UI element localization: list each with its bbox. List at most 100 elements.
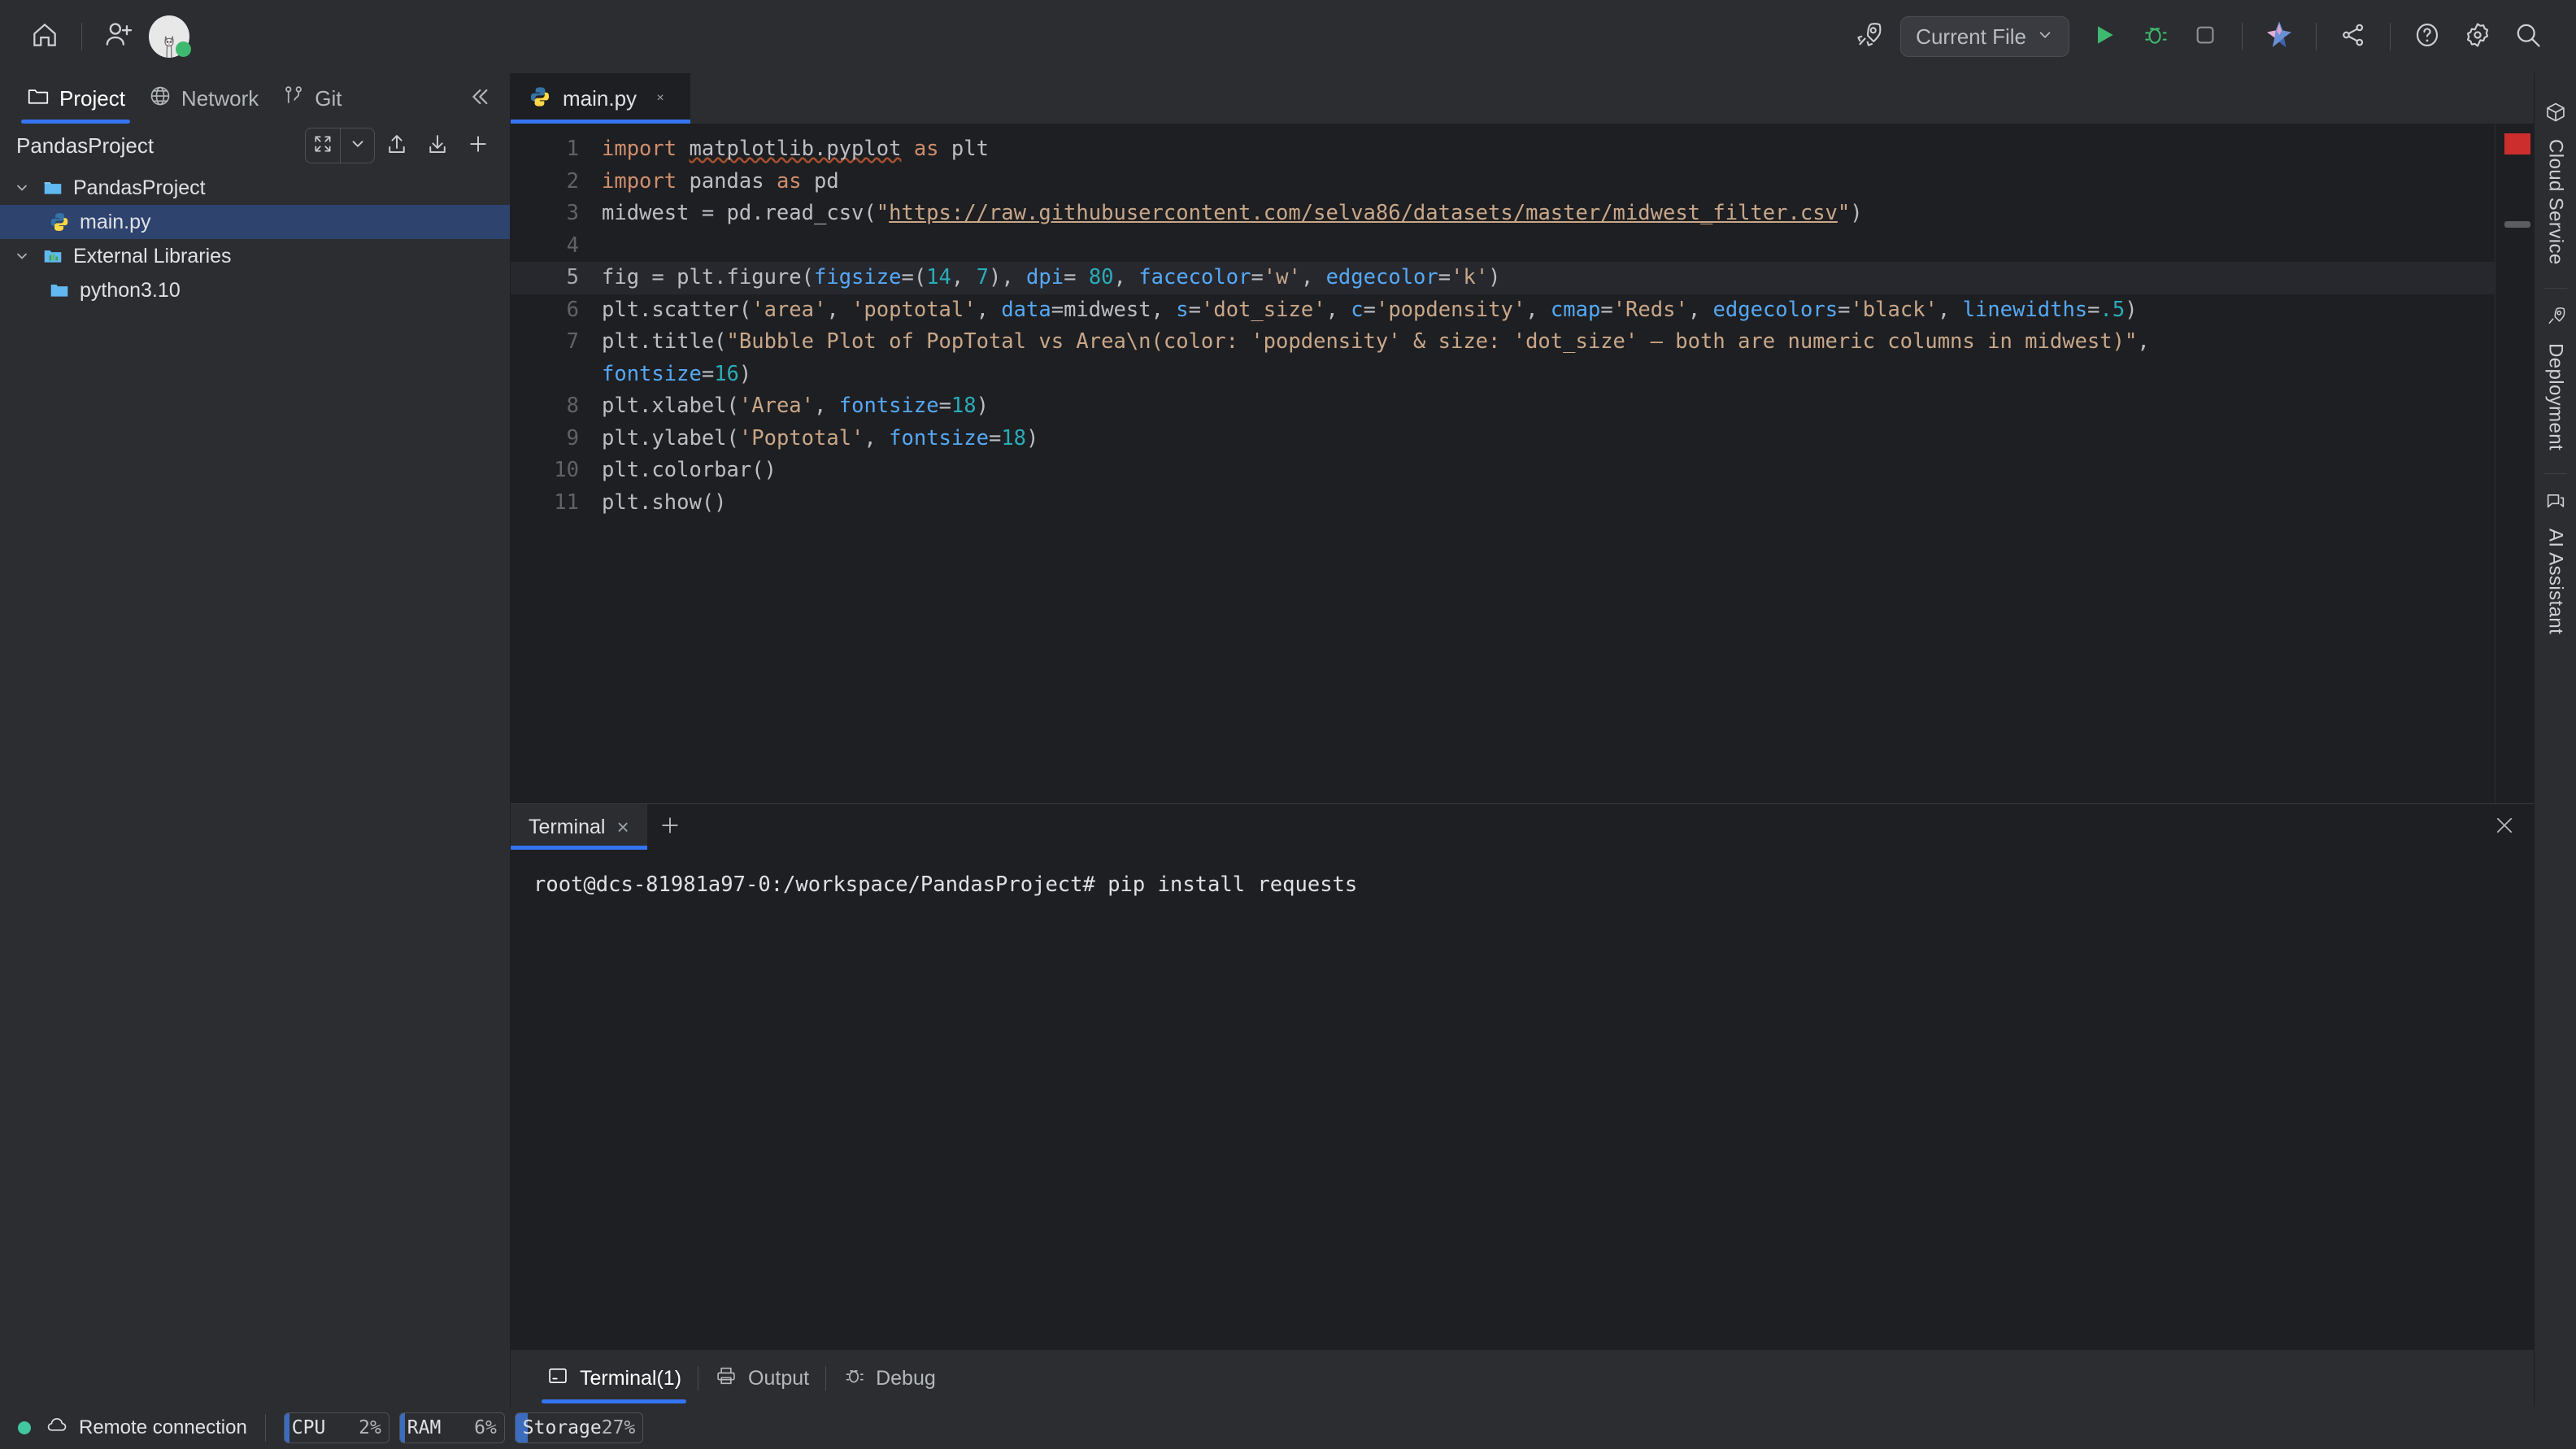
status-bar: Remote connection CPU 2% RAM 6% Storage 27% bbox=[0, 1407, 2576, 1449]
sidebar-tab-project[interactable]: Project bbox=[15, 73, 137, 124]
toolwindow-output[interactable]: Output bbox=[698, 1350, 825, 1407]
code-text[interactable]: plt.xlabel('Area', fontsize=18) bbox=[602, 390, 2495, 423]
user-avatar-button[interactable] bbox=[144, 11, 194, 62]
code-line[interactable]: 5 fig = plt.figure(figsize=(14, 7), dpi= … bbox=[511, 262, 2495, 294]
rightbar-deployment[interactable]: Deployment bbox=[2543, 287, 2567, 473]
stop-button[interactable] bbox=[2180, 11, 2230, 62]
rightbar-cloud-service[interactable]: Cloud Service bbox=[2544, 85, 2567, 288]
help-button[interactable] bbox=[2402, 11, 2452, 62]
code-text[interactable]: plt.title("Bubble Plot of PopTotal vs Ar… bbox=[602, 326, 2495, 390]
plus-icon bbox=[658, 813, 682, 842]
download-button[interactable] bbox=[419, 127, 456, 164]
rightbar-ai-assistant[interactable]: AI Assistant bbox=[2543, 472, 2567, 657]
run-configuration-selector[interactable]: Current File bbox=[1900, 16, 2069, 57]
gauge-ram[interactable]: RAM 6% bbox=[398, 1412, 505, 1443]
code-line[interactable]: 6 plt.scatter('area', 'poptotal', data=mi… bbox=[511, 294, 2495, 327]
code-text[interactable]: plt.show() bbox=[602, 487, 2495, 520]
remote-connection-button[interactable]: Remote connection bbox=[46, 1414, 247, 1442]
close-icon[interactable]: × bbox=[616, 815, 629, 840]
toolwindow-terminal[interactable]: Terminal(1) bbox=[530, 1350, 698, 1407]
chevron-down-icon[interactable] bbox=[11, 248, 33, 264]
right-tool-window-bar: Cloud Service Deployment AI Assistant bbox=[2534, 73, 2576, 1407]
code-line[interactable]: 3 midwest = pd.read_csv("https://raw.gith… bbox=[511, 198, 2495, 230]
terminal-line: root@dcs-81981a97-0:/workspace/PandasPro… bbox=[533, 872, 1358, 897]
code-editor[interactable]: 1 import matplotlib.pyplot as plt 2 import … bbox=[511, 124, 2534, 803]
add-file-button[interactable] bbox=[459, 127, 497, 164]
toolbar-divider-2 bbox=[2242, 23, 2243, 50]
code-line[interactable]: 10 plt.colorbar() bbox=[511, 455, 2495, 487]
settings-button[interactable] bbox=[2452, 11, 2503, 62]
code-line[interactable]: 2 import pandas as pd bbox=[511, 166, 2495, 198]
gauge-value: 2% bbox=[359, 1417, 381, 1438]
sidebar-tab-network[interactable]: Network bbox=[137, 73, 270, 124]
chevron-down-icon[interactable] bbox=[11, 180, 33, 196]
gauge-value: 6% bbox=[474, 1417, 497, 1438]
project-options-button[interactable] bbox=[340, 128, 374, 163]
code-line[interactable]: 9 plt.ylabel('Poptotal', fontsize=18) bbox=[511, 423, 2495, 455]
toolwindow-debug[interactable]: Debug bbox=[826, 1350, 952, 1407]
code-text[interactable]: import matplotlib.pyplot as plt bbox=[602, 133, 2495, 166]
code-token: plt.show() bbox=[602, 490, 727, 515]
hide-terminal-button[interactable] bbox=[2475, 804, 2534, 850]
gauge-storage[interactable]: Storage 27% bbox=[514, 1412, 644, 1443]
new-terminal-button[interactable] bbox=[647, 804, 693, 850]
line-number: 1 bbox=[566, 137, 579, 161]
code-token: figsize bbox=[814, 265, 902, 289]
code-token: , bbox=[1325, 297, 1351, 322]
tree-node-external-libraries[interactable]: External Libraries bbox=[0, 239, 510, 273]
terminal-tab[interactable]: Terminal × bbox=[511, 804, 647, 850]
debug-button[interactable] bbox=[2130, 11, 2180, 62]
code-token: fontsize bbox=[889, 425, 989, 450]
ai-assistant-button[interactable] bbox=[2254, 11, 2304, 62]
terminal-output[interactable]: root@dcs-81981a97-0:/workspace/PandasPro… bbox=[511, 850, 2534, 1350]
code-line[interactable]: 8 plt.xlabel('Area', fontsize=18) bbox=[511, 390, 2495, 423]
share-button[interactable] bbox=[2328, 11, 2378, 62]
code-text[interactable]: import pandas as pd bbox=[602, 166, 2495, 198]
tree-node-python310[interactable]: python3.10 bbox=[0, 273, 510, 307]
editor-marker-gutter[interactable] bbox=[2495, 124, 2534, 803]
code-text[interactable]: midwest = pd.read_csv("https://raw.githu… bbox=[602, 198, 2495, 230]
gauge-cpu[interactable]: CPU 2% bbox=[283, 1412, 389, 1443]
editor-tab-mainpy[interactable]: main.py × bbox=[511, 73, 691, 124]
sidebar-tab-git[interactable]: Git bbox=[270, 73, 353, 124]
collapse-panel-icon bbox=[466, 84, 492, 114]
ide-body: Project Network Git PandasProject Pandas… bbox=[0, 73, 2576, 1407]
code-token: , bbox=[976, 297, 1002, 322]
code-text[interactable]: plt.scatter('area', 'poptotal', data=mid… bbox=[602, 294, 2495, 327]
code-line[interactable]: 7 plt.title("Bubble Plot of PopTotal vs A… bbox=[511, 326, 2495, 390]
code-line[interactable]: 1 import matplotlib.pyplot as plt bbox=[511, 133, 2495, 166]
code-lines[interactable]: 1 import matplotlib.pyplot as plt 2 import … bbox=[511, 124, 2495, 803]
search-button[interactable] bbox=[2503, 11, 2553, 62]
code-line[interactable]: 11 plt.show() bbox=[511, 487, 2495, 520]
toolbar-divider-4 bbox=[2390, 23, 2391, 50]
tool-window-bar: Terminal(1) Output Debug bbox=[511, 1350, 2534, 1407]
error-marker[interactable] bbox=[2504, 133, 2530, 154]
gauge-label: CPU bbox=[291, 1417, 326, 1438]
code-text[interactable]: plt.ylabel('Poptotal', fontsize=18) bbox=[602, 423, 2495, 455]
line-number: 9 bbox=[566, 425, 579, 450]
rocket-button[interactable] bbox=[1843, 11, 1894, 62]
editor-area: main.py × 1 import matplotlib.pyplot as p… bbox=[511, 73, 2534, 1407]
add-user-button[interactable] bbox=[94, 11, 144, 62]
collapse-all-button[interactable] bbox=[306, 128, 340, 163]
editor-scrollbar-thumb[interactable] bbox=[2504, 221, 2530, 228]
code-token: 'popdensity' bbox=[1375, 297, 1526, 322]
code-token: linewidths bbox=[1962, 297, 2088, 322]
upload-button[interactable] bbox=[378, 127, 416, 164]
code-token: ) bbox=[1488, 265, 1501, 289]
collapse-panel-button[interactable] bbox=[448, 73, 510, 124]
code-text[interactable] bbox=[602, 230, 2495, 263]
tree-node-pandasproject[interactable]: PandasProject bbox=[0, 171, 510, 205]
cloud-icon bbox=[46, 1414, 68, 1442]
run-button[interactable] bbox=[2079, 11, 2130, 62]
code-token: = bbox=[938, 394, 951, 418]
home-button[interactable] bbox=[20, 11, 70, 62]
tree-node-mainpy[interactable]: main.py bbox=[0, 205, 510, 239]
code-text[interactable]: fig = plt.figure(figsize=(14, 7), dpi= 8… bbox=[602, 262, 2495, 294]
code-line[interactable]: 4 bbox=[511, 230, 2495, 263]
code-token: 'black' bbox=[1850, 297, 1938, 322]
close-icon[interactable]: × bbox=[648, 86, 672, 111]
code-text[interactable]: plt.colorbar() bbox=[602, 455, 2495, 487]
code-token: , bbox=[2137, 329, 2163, 354]
